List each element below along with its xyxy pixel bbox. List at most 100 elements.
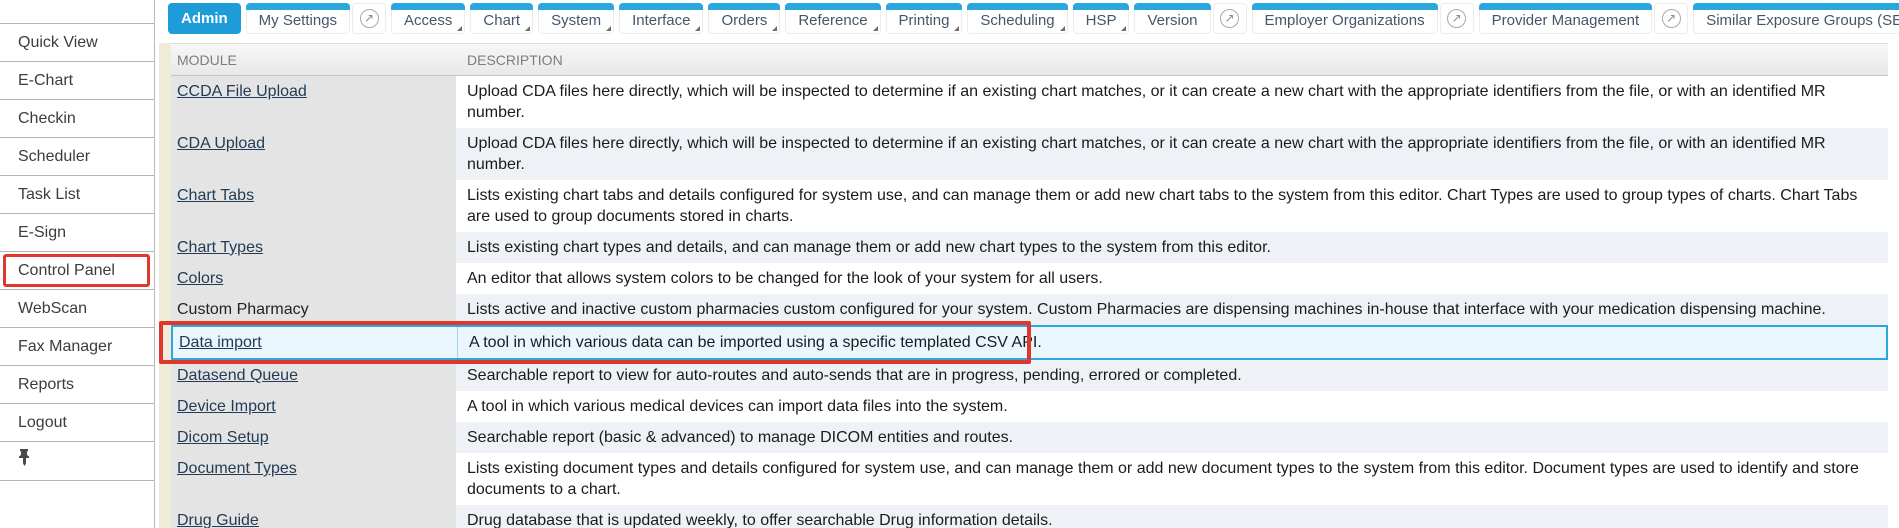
column-header-module: MODULE [171,52,456,68]
tab-employer-organizations[interactable]: Employer Organizations ↗ [1252,3,1474,34]
module-link-chart-tabs[interactable]: Chart Tabs [177,187,254,204]
tab-top-accent [967,3,1067,10]
tab-body: Similar Exposure Groups (SEGs) [1693,3,1899,34]
sidebar-item-e-sign[interactable]: E-Sign [0,213,154,251]
table-row-device-import[interactable]: Device ImportA tool in which various med… [171,391,1888,422]
module-link-colors[interactable]: Colors [177,270,223,287]
module-description: Lists active and inactive custom pharmac… [456,294,1888,325]
sidebar-item-label: Logout [18,414,67,431]
dropdown-arrow-icon[interactable] [772,26,777,31]
module-description: Lists existing chart types and details, … [456,232,1888,263]
tab-label: Scheduling [980,12,1054,32]
tab-body: Orders [708,3,780,34]
tab-top-accent [708,3,780,10]
tab-label: Provider Management [1492,12,1640,32]
tab-hsp[interactable]: HSP [1073,3,1130,34]
sidebar-item-reports[interactable]: Reports [0,365,154,403]
column-header-description: DESCRIPTION [456,52,563,68]
table-row-datasend-queue[interactable]: Datasend Queue Searchable report to view … [171,360,1888,391]
sidebar-item-scheduler[interactable]: Scheduler [0,137,154,175]
table-row-chart-types[interactable]: Chart Types Lists existing chart types an… [171,232,1888,263]
module-link-drug-guide[interactable]: Drug Guide [177,512,259,528]
tab-orders[interactable]: Orders [708,3,780,34]
external-link-button[interactable]: ↗ [1440,3,1474,34]
sidebar-item-task-list[interactable]: Task List [0,175,154,213]
dropdown-arrow-icon[interactable] [954,26,959,31]
table-row-document-types[interactable]: Document TypesLists existing document ty… [171,453,1888,505]
sidebar-item-quick-view[interactable]: Quick View [0,23,154,61]
tab-label: HSP [1086,12,1117,32]
tab-body: Provider Management [1479,3,1653,34]
module-link-device-import[interactable]: Device Import [177,398,276,415]
table-row-drug-guide[interactable]: Drug GuideDrug database that is updated … [171,505,1888,528]
module-link-document-types[interactable]: Document Types [177,460,297,477]
tab-top-accent [246,3,350,10]
tab-similar-exposure-groups-segs[interactable]: Similar Exposure Groups (SEGs)↗ [1693,3,1899,34]
external-link-icon: ↗ [1447,9,1466,28]
tab-interface[interactable]: Interface [619,3,703,34]
module-description: Searchable report to view for auto-route… [456,360,1888,391]
module-link-datasend-queue[interactable]: Datasend Queue [177,367,298,384]
sidebar-item-label: E-Chart [18,72,73,89]
dropdown-arrow-icon[interactable] [606,26,611,31]
external-link-button[interactable]: ↗ [352,3,386,34]
module-cell: CCDA File Upload [171,76,456,128]
dropdown-arrow-icon[interactable] [1121,26,1126,31]
module-link-dicom-setup[interactable]: Dicom Setup [177,429,269,446]
tab-system[interactable]: System [538,3,614,34]
module-label-custom-pharmacy: Custom Pharmacy [177,301,309,318]
tab-label: Similar Exposure Groups (SEGs) [1706,12,1899,32]
table-row-data-import[interactable]: Data importA tool in which various data … [171,325,1888,360]
sidebar-item-e-chart[interactable]: E-Chart [0,61,154,99]
tab-scheduling[interactable]: Scheduling [967,3,1067,34]
table-body: CCDA File Upload Upload CDA files here di… [171,76,1888,528]
tab-admin[interactable]: Admin [168,3,241,34]
tab-access[interactable]: Access [391,3,465,34]
sidebar-pin-button[interactable] [0,441,154,481]
table-row-ccda-file-upload[interactable]: CCDA File UploadUpload CDA files here di… [171,76,1888,128]
table-row-dicom-setup[interactable]: Dicom SetupSearchable report (basic & ad… [171,422,1888,453]
sidebar-item-logout[interactable]: Logout [0,403,154,441]
dropdown-arrow-icon[interactable] [695,26,700,31]
tab-chart[interactable]: Chart [470,3,533,34]
external-link-button[interactable]: ↗ [1654,3,1688,34]
tab-top-accent [1693,3,1899,10]
tab-body: Employer Organizations [1252,3,1438,34]
module-link-chart-types[interactable]: Chart Types [177,239,263,256]
tab-body: System [538,3,614,34]
tab-bar: AdminMy Settings↗AccessChartSystemInterf… [168,3,1899,37]
tab-my-settings[interactable]: My Settings ↗ [246,3,386,34]
tab-body: Scheduling [967,3,1067,34]
tab-body: Reference [785,3,880,34]
dropdown-arrow-icon[interactable] [457,26,462,31]
tab-provider-management[interactable]: Provider Management ↗ [1479,3,1689,34]
tab-label: My Settings [259,12,337,32]
dropdown-arrow-icon[interactable] [873,26,878,31]
table-row-cda-upload[interactable]: CDA Upload Upload CDA files here directly… [171,128,1888,180]
module-link-data-import[interactable]: Data import [179,334,262,351]
table-row-colors[interactable]: ColorsAn editor that allows system color… [171,263,1888,294]
tab-body: Printing [886,3,963,34]
table-row-chart-tabs[interactable]: Chart TabsLists existing chart tabs and … [171,180,1888,232]
sidebar-item-webscan[interactable]: WebScan [0,289,154,327]
dropdown-arrow-icon[interactable] [1060,26,1065,31]
module-link-cda-upload[interactable]: CDA Upload [177,135,265,152]
sidebar-item-label: E-Sign [18,224,66,241]
sidebar-item-fax-manager[interactable]: Fax Manager [0,327,154,365]
tab-label: Interface [632,12,690,32]
module-link-ccda-file-upload[interactable]: CCDA File Upload [177,83,307,100]
module-description: Upload CDA files here directly, which wi… [456,128,1888,180]
tab-printing[interactable]: Printing [886,3,963,34]
dropdown-arrow-icon[interactable] [525,26,530,31]
sidebar-item-control-panel[interactable]: Control Panel [0,251,154,289]
tab-label: Orders [721,12,767,32]
sidebar-item-checkin[interactable]: Checkin [0,99,154,137]
sidebar-item-label: Scheduler [18,148,90,165]
table-header-row: MODULE DESCRIPTION [171,43,1888,76]
tab-version[interactable]: Version↗ [1134,3,1246,34]
tab-reference[interactable]: Reference [785,3,880,34]
table-row-custom-pharmacy[interactable]: Custom Pharmacy Lists active and inactive… [171,294,1888,325]
main-content: AdminMy Settings↗AccessChartSystemInterf… [155,0,1899,528]
external-link-button[interactable]: ↗ [1213,3,1247,34]
module-cell: Dicom Setup [171,422,456,453]
